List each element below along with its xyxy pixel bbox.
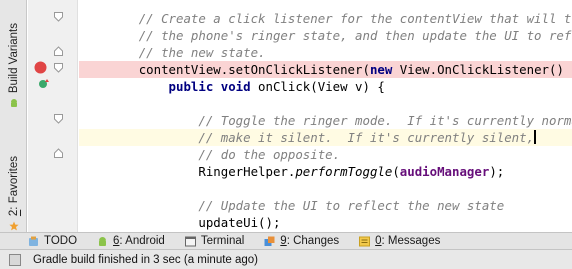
changes-icon <box>264 236 275 246</box>
code-line[interactable]: // Update the UI to reflect the new stat… <box>79 197 572 214</box>
code-comment: // Update the UI to reflect the new stat… <box>198 198 505 213</box>
status-message[interactable]: Gradle build finished in 3 sec (a minute… <box>33 254 258 266</box>
code-line[interactable]: // Toggle the ringer mode. If it's curre… <box>79 112 572 129</box>
android-tab[interactable]: 6: Android <box>97 235 165 247</box>
favorites-label: 2: Favorites <box>7 155 20 216</box>
star-icon <box>8 221 19 231</box>
code-comment: // make it silent. If it's currently sil… <box>198 130 535 145</box>
code-editor[interactable]: // Create a click listener for the conte… <box>79 0 572 232</box>
terminal-icon <box>184 236 196 246</box>
fold-icon[interactable] <box>54 46 63 56</box>
code-line-current[interactable]: // make it silent. If it's currently sil… <box>79 129 572 146</box>
build-variants-tab[interactable]: Build Variants <box>0 4 27 108</box>
android-icon <box>10 99 17 107</box>
fold-icon[interactable] <box>54 148 63 158</box>
fold-icon[interactable] <box>54 12 63 22</box>
status-bar: Gradle build finished in 3 sec (a minute… <box>0 250 572 269</box>
messages-icon <box>359 236 371 246</box>
code-line[interactable]: updateUi(); <box>79 214 572 231</box>
text-caret <box>534 130 537 144</box>
tool-window-bar: TODO 6: Android Terminal 9: Changes 0: M… <box>0 232 572 250</box>
code-line[interactable]: // the phone's ringer state, and then up… <box>79 27 572 44</box>
breakpoint-icon[interactable] <box>34 61 47 74</box>
tool-windows-toggle-icon[interactable] <box>9 253 21 266</box>
code-comment: // Create a click listener for the conte… <box>138 11 572 26</box>
code-comment: // the new state. <box>138 45 266 60</box>
android-icon <box>99 236 107 246</box>
fold-icon[interactable] <box>54 114 63 124</box>
code-line[interactable]: // the new state. <box>79 44 572 61</box>
terminal-tab[interactable]: Terminal <box>184 235 244 247</box>
changes-tab[interactable]: 9: Changes <box>264 235 339 247</box>
override-method-icon[interactable] <box>38 78 50 90</box>
code-line[interactable]: // do the opposite. <box>79 146 572 163</box>
code-comment: // do the opposite. <box>198 147 341 162</box>
code-comment: // Toggle the ringer mode. If it's curre… <box>198 113 572 128</box>
messages-tab[interactable]: 0: Messages <box>359 235 440 247</box>
code-line[interactable]: public void onClick(View v) { <box>79 78 572 95</box>
todo-icon <box>29 236 38 246</box>
todo-tab[interactable]: TODO <box>28 235 77 247</box>
build-variants-label: Build Variants <box>7 22 20 93</box>
fold-icon[interactable] <box>54 63 63 73</box>
code-line-breakpoint[interactable]: contentView.setOnClickListener(new View.… <box>79 61 572 78</box>
code-line[interactable]: // Create a click listener for the conte… <box>79 10 572 27</box>
code-line[interactable]: RingerHelper.performToggle(audioManager)… <box>79 163 572 180</box>
editor-gutter[interactable] <box>28 0 78 232</box>
favorites-tab[interactable]: 2: Favorites <box>0 127 27 231</box>
code-comment: // the phone's ringer state, and then up… <box>138 28 572 43</box>
left-tool-strip: Build Variants 2: Favorites <box>0 0 27 232</box>
